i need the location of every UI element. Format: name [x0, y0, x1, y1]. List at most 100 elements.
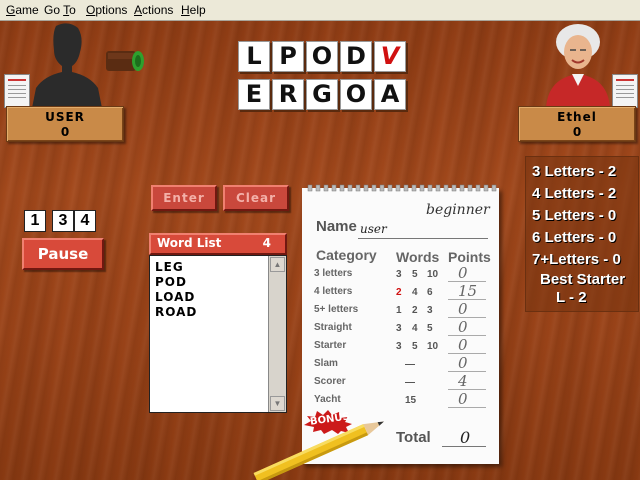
letter-tile[interactable]: P	[272, 41, 304, 72]
word-list-item: ROAD	[155, 305, 198, 319]
pause-button[interactable]: Pause	[22, 238, 104, 270]
letter-tile[interactable]: L	[238, 41, 270, 72]
score-points-value: 4	[458, 372, 468, 390]
menu-options[interactable]: Options	[86, 3, 127, 17]
notepad-spiral	[307, 184, 497, 192]
score-words-value: 5	[412, 341, 418, 352]
timer-digit-3: 4	[74, 210, 96, 232]
opponent-name: Ethel	[557, 110, 597, 124]
score-words-value: 5	[427, 323, 433, 334]
score-words-value: 5	[412, 269, 418, 280]
score-category: Straight	[314, 322, 352, 333]
clear-button[interactable]: Clear	[223, 185, 289, 211]
score-words-value: 4	[412, 323, 418, 334]
timer-canister-icon	[106, 51, 144, 71]
score-points-value: 0	[458, 336, 468, 354]
score-words-value: —	[405, 359, 415, 370]
menu-bar: Game Go To Options Actions Help	[0, 0, 640, 21]
timer-display: 1 3 4	[24, 210, 98, 232]
scorecard-name-label: Name	[316, 218, 357, 235]
words-header: Words	[396, 249, 440, 265]
score-words-value: 4	[412, 287, 418, 298]
timer-digit-1: 1	[24, 210, 46, 232]
score-category: 5+ letters	[314, 304, 359, 315]
menu-game[interactable]: Game	[6, 3, 39, 17]
score-points-value: 0	[458, 318, 468, 336]
word-list-item: POD	[155, 275, 187, 289]
menu-actions[interactable]: Actions	[134, 3, 173, 17]
points-header: Points	[448, 249, 491, 265]
enter-button[interactable]: Enter	[151, 185, 217, 211]
user-name: USER	[45, 110, 85, 124]
user-scorecard-thumbnail[interactable]	[4, 74, 30, 108]
category-header: Category	[316, 247, 377, 263]
user-name-plaque: USER 0	[6, 106, 124, 142]
score-category: Yacht	[314, 394, 341, 405]
score-points-value: 0	[458, 390, 468, 408]
word-list-items: LEG POD LOAD ROAD	[155, 260, 197, 320]
menu-goto[interactable]: Go To	[44, 3, 76, 17]
timer-digit-2: 3	[52, 210, 74, 232]
user-score: 0	[60, 125, 70, 139]
letter-tile[interactable]: D	[340, 41, 372, 72]
score-points-value: 15	[458, 282, 478, 300]
score-category: Starter	[314, 340, 347, 351]
word-list-scrollbar[interactable]: ▲ ▼	[268, 256, 286, 412]
total-value: 0	[460, 428, 471, 447]
letter-tile[interactable]: R	[272, 79, 304, 110]
opponent-stats-panel: 3 Letters - 2 4 Letters - 2 5 Letters - …	[525, 156, 639, 312]
scorecard-name-value: user	[360, 222, 387, 236]
menu-help[interactable]: Help	[181, 3, 206, 17]
game-window: Game Go To Options Actions Help USER 0 E…	[0, 0, 640, 480]
user-silhouette-avatar	[32, 23, 102, 108]
score-words-value: 10	[427, 341, 439, 352]
score-category: 3 letters	[314, 268, 353, 279]
best-starter-label: Best Starter	[540, 271, 626, 288]
letter-tile[interactable]: A	[374, 79, 406, 110]
score-words-value: 10	[427, 269, 439, 280]
stat-line-4-letters: 4 Letters - 2	[532, 185, 617, 202]
score-words-value: 3	[396, 341, 402, 352]
score-words-value: 1	[396, 305, 402, 316]
opponent-avatar-ethel	[546, 24, 610, 108]
stat-line-5-letters: 5 Letters - 0	[532, 207, 617, 224]
word-list-box[interactable]: LEG POD LOAD ROAD ▲ ▼	[149, 255, 287, 413]
opponent-name-plaque: Ethel 0	[518, 106, 636, 142]
best-starter-value: L - 2	[556, 289, 587, 306]
opponent-scorecard-thumbnail[interactable]	[612, 74, 638, 108]
score-words-value: 3	[396, 269, 402, 280]
total-label: Total	[396, 429, 431, 446]
stat-line-7-letters: 7+Letters - 0	[532, 251, 621, 268]
score-category: Scorer	[314, 376, 346, 387]
score-category: Slam	[314, 358, 338, 369]
word-list-count: 4	[262, 236, 271, 250]
letter-tile[interactable]: G	[306, 79, 338, 110]
score-words-value: 2	[412, 305, 418, 316]
letter-tile[interactable]: V	[374, 41, 406, 72]
stat-line-6-letters: 6 Letters - 0	[532, 229, 617, 246]
opponent-score: 0	[572, 125, 582, 139]
score-points-value: 0	[458, 264, 468, 282]
letter-tile[interactable]: O	[340, 79, 372, 110]
word-list-panel: Word List 4 LEG POD LOAD ROAD ▲ ▼	[149, 233, 287, 413]
score-words-value: 2	[396, 287, 402, 298]
word-list-item: LEG	[155, 260, 184, 274]
pencil-icon	[253, 421, 384, 480]
score-points-value: 0	[458, 354, 468, 372]
scroll-down-arrow-icon[interactable]: ▼	[270, 396, 285, 411]
word-list-item: LOAD	[155, 290, 196, 304]
score-points-value: 0	[458, 300, 468, 318]
score-category: 4 letters	[314, 286, 353, 297]
word-list-title: Word List	[157, 236, 222, 250]
letter-tile[interactable]: O	[306, 41, 338, 72]
score-words-value: —	[405, 377, 415, 388]
word-list-header: Word List 4	[149, 233, 287, 255]
score-words-value: 15	[405, 395, 417, 406]
score-words-value: 6	[427, 287, 433, 298]
scroll-up-arrow-icon[interactable]: ▲	[270, 257, 285, 272]
score-words-value: 3	[427, 305, 433, 316]
letter-tile[interactable]: E	[238, 79, 270, 110]
scorecard-level: beginner	[426, 202, 490, 218]
score-words-value: 3	[396, 323, 402, 334]
stat-line-3-letters: 3 Letters - 2	[532, 163, 617, 180]
